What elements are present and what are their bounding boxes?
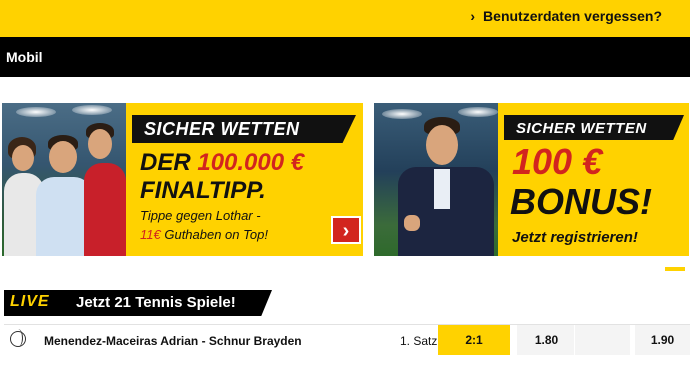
register-link[interactable]: Jetzt registrieren! <box>512 229 638 246</box>
banner-subtext-2: 11€ Guthaben on Top! <box>140 227 268 242</box>
odd-away-button[interactable]: 1.90 <box>634 325 690 355</box>
live-games-count: Jetzt 21 Tennis Spiele! <box>76 294 236 311</box>
chevron-right-icon: › <box>470 8 476 24</box>
banner-amount: 100 € <box>512 141 603 182</box>
live-header[interactable]: LIVE Jetzt 21 Tennis Spiele! <box>4 290 272 316</box>
live-logo: LIVE <box>10 293 50 310</box>
banner-bonus-text: BONUS! <box>510 181 652 222</box>
banner-text-panel: SICHER WETTEN DER 100.000 € FINALTIPP. T… <box>126 103 363 256</box>
tennis-ball-icon <box>10 329 26 347</box>
banner-tagline: SICHER WETTEN <box>132 115 356 143</box>
banner-subtext-1: Tippe gegen Lothar - <box>140 208 261 223</box>
banner-photo-man <box>374 103 498 256</box>
promo-banner-finaltipp[interactable]: SICHER WETTEN DER 100.000 € FINALTIPP. T… <box>2 103 363 256</box>
page-title: Mobil <box>6 49 43 65</box>
match-set: 1. Satz <box>400 334 438 348</box>
forgot-credentials-link[interactable]: › Benutzerdaten vergessen? <box>470 8 662 24</box>
banner-photo-people <box>2 103 126 256</box>
promo-banner-bonus[interactable]: SICHER WETTEN 100 € BONUS! Jetzt registr… <box>374 103 689 256</box>
odd-draw-button[interactable] <box>574 325 630 355</box>
top-bar: › Benutzerdaten vergessen? <box>0 0 690 37</box>
forgot-credentials-label: Benutzerdaten vergessen? <box>483 8 662 24</box>
banner-tagline: SICHER WETTEN <box>504 115 684 140</box>
carousel-indicator[interactable] <box>665 267 685 271</box>
banner-headline-2: FINALTIPP. <box>140 177 266 204</box>
match-score: 2:1 <box>438 325 510 355</box>
match-row[interactable]: Menendez-Maceiras Adrian - Schnur Brayde… <box>4 324 690 355</box>
nav-bar: Mobil <box>0 37 690 77</box>
match-name: Menendez-Maceiras Adrian - Schnur Brayde… <box>44 334 302 348</box>
banner-arrow-button[interactable]: › <box>331 216 361 244</box>
banner-text-panel: SICHER WETTEN 100 € BONUS! Jetzt registr… <box>498 103 689 256</box>
banner-headline-1: DER 100.000 € <box>140 149 305 176</box>
odd-home-button[interactable]: 1.80 <box>516 325 576 355</box>
